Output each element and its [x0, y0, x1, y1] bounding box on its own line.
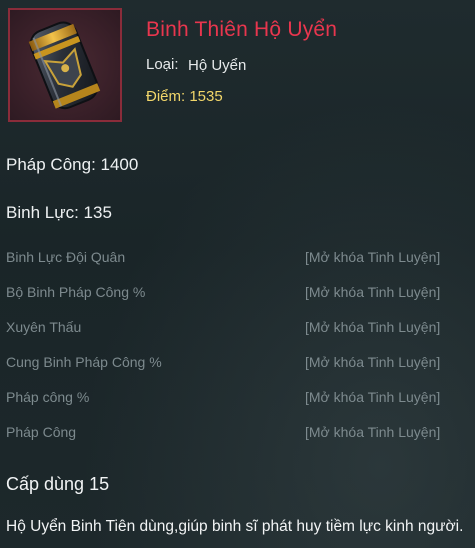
locked-stat-row: Pháp công % [Mở khóa Tinh Luyện]: [0, 389, 475, 411]
item-description: Hộ Uyển Binh Tiên dùng,giúp binh sĩ phát…: [6, 518, 464, 535]
refine-unlock-status: [Mở khóa Tinh Luyện]: [305, 249, 441, 265]
locked-stat-row: Xuyên Thấu [Mở khóa Tinh Luyện]: [0, 319, 475, 341]
refine-unlock-status: [Mở khóa Tinh Luyện]: [305, 354, 441, 370]
item-icon-frame: [8, 8, 122, 122]
locked-stat-row: Cung Binh Pháp Công % [Mở khóa Tinh Luyệ…: [0, 354, 475, 376]
locked-stat-name: Pháp Công: [6, 424, 77, 440]
locked-stat-row: Bộ Binh Pháp Công % [Mở khóa Tinh Luyện]: [0, 284, 475, 306]
locked-stat-row: Binh Lực Đội Quân [Mở khóa Tinh Luyện]: [0, 249, 475, 271]
refine-unlock-status: [Mở khóa Tinh Luyện]: [305, 389, 441, 405]
bracer-icon: [28, 21, 101, 110]
refine-unlock-status: [Mở khóa Tinh Luyện]: [305, 319, 441, 335]
item-type-label: Loại:: [146, 56, 179, 73]
locked-stat-name: Binh Lực Đội Quân: [6, 249, 126, 265]
main-stat-troop-power: Binh Lực: 135: [6, 203, 112, 222]
item-type-row: Loại: Hộ Uyển: [146, 56, 246, 74]
item-score: Điểm: 1535: [146, 88, 223, 105]
locked-stat-name: Cung Binh Pháp Công %: [6, 354, 162, 370]
level-requirement: Cấp dùng 15: [6, 474, 110, 494]
locked-stat-name: Xuyên Thấu: [6, 319, 82, 335]
refine-unlock-status: [Mở khóa Tinh Luyện]: [305, 424, 441, 440]
locked-stat-row: Pháp Công [Mở khóa Tinh Luyện]: [0, 424, 475, 446]
main-stat-magic-attack: Pháp Công: 1400: [6, 155, 139, 174]
locked-stat-name: Bộ Binh Pháp Công %: [6, 284, 146, 300]
item-tooltip-panel: Binh Thiên Hộ Uyển Loại: Hộ Uyển Điểm: 1…: [0, 0, 475, 548]
item-type-value: Hộ Uyển: [188, 57, 247, 74]
item-name: Binh Thiên Hộ Uyển: [146, 18, 338, 41]
refine-unlock-status: [Mở khóa Tinh Luyện]: [305, 284, 441, 300]
locked-stat-name: Pháp công %: [6, 389, 90, 405]
